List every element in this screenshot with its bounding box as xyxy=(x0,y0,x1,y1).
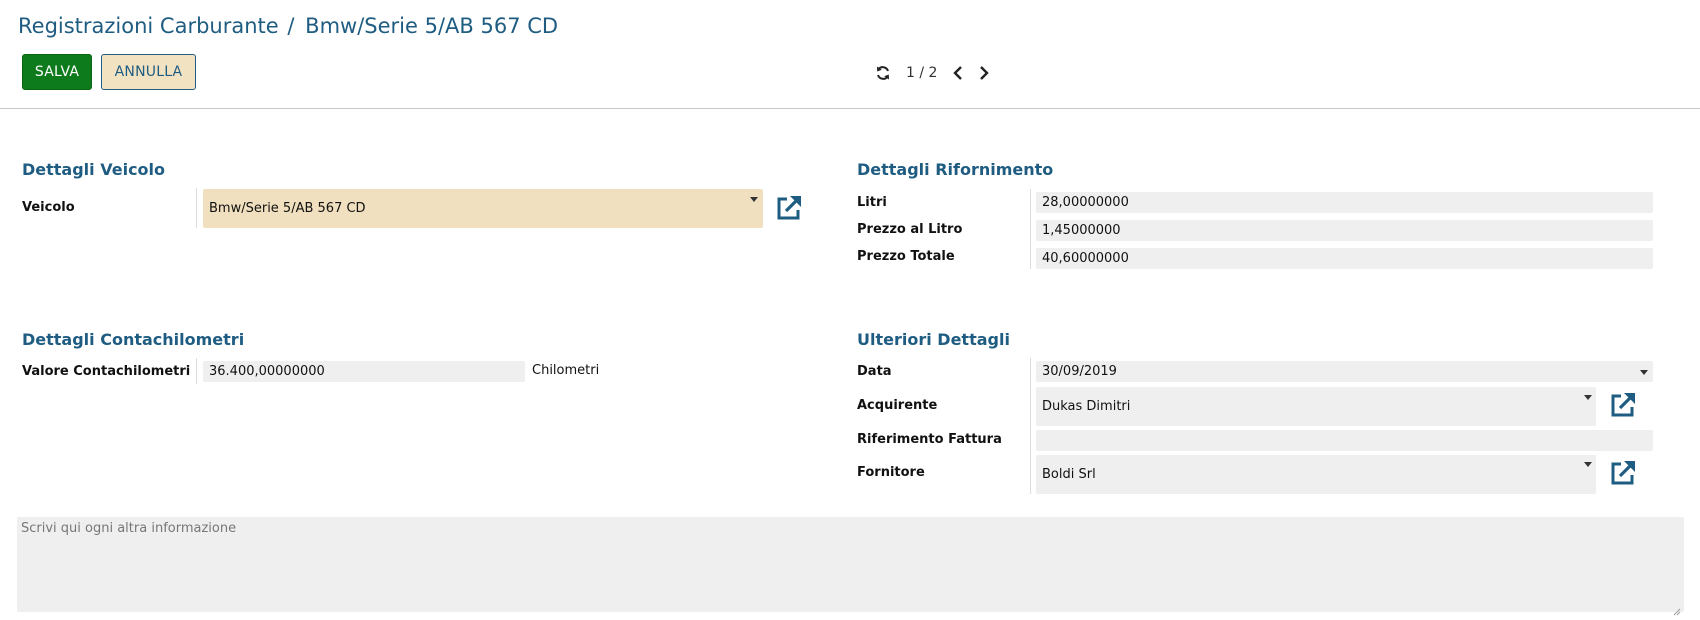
invoice-ref-input[interactable] xyxy=(1036,430,1653,451)
vendor-value: Boldi Srl xyxy=(1042,467,1096,482)
chevron-right-icon xyxy=(980,66,990,80)
label-divider xyxy=(1030,189,1031,269)
vendor-label: Fornitore xyxy=(857,465,925,480)
price-per-liter-input[interactable]: 1,45000000 xyxy=(1036,220,1653,241)
breadcrumb: Registrazioni Carburante / Bmw/Serie 5/A… xyxy=(18,14,558,38)
refuel-section-title: Dettagli Rifornimento xyxy=(857,160,1054,179)
chevron-left-icon xyxy=(953,66,963,80)
date-label: Data xyxy=(857,364,892,379)
previous-record-button[interactable] xyxy=(945,60,971,86)
buyer-value: Dukas Dimitri xyxy=(1042,399,1131,414)
pager: 1 / 2 xyxy=(870,60,997,86)
date-input[interactable]: 30/09/2019 xyxy=(1036,361,1653,382)
vehicle-label: Veicolo xyxy=(22,200,75,215)
vendor-dropdown-caret-icon[interactable] xyxy=(1584,462,1592,467)
breadcrumb-current: Bmw/Serie 5/AB 567 CD xyxy=(305,14,559,38)
vehicle-section-title: Dettagli Veicolo xyxy=(22,160,166,179)
vehicle-select-value: Bmw/Serie 5/AB 567 CD xyxy=(209,201,366,216)
vendor-select[interactable]: Boldi Srl xyxy=(1036,455,1596,494)
odometer-label: Valore Contachilometri xyxy=(22,364,191,379)
vendor-external-link-icon[interactable] xyxy=(1609,459,1637,487)
date-value: 30/09/2019 xyxy=(1042,364,1117,379)
label-divider xyxy=(196,188,197,228)
breadcrumb-separator: / xyxy=(287,14,295,38)
price-per-liter-label: Prezzo al Litro xyxy=(857,222,963,237)
vehicle-select[interactable]: Bmw/Serie 5/AB 567 CD xyxy=(203,189,763,228)
odometer-input[interactable]: 36.400,00000000 xyxy=(203,361,525,382)
liters-input[interactable]: 28,00000000 xyxy=(1036,192,1653,213)
total-price-input[interactable]: 40,60000000 xyxy=(1036,248,1653,269)
refresh-icon[interactable] xyxy=(870,60,896,86)
price-per-liter-value: 1,45000000 xyxy=(1042,223,1121,238)
vehicle-external-link-icon[interactable] xyxy=(775,194,803,222)
total-price-label: Prezzo Totale xyxy=(857,249,955,264)
odometer-value: 36.400,00000000 xyxy=(209,364,325,379)
invoice-ref-label: Riferimento Fattura xyxy=(857,432,1002,447)
date-dropdown-caret-icon[interactable] xyxy=(1640,370,1648,375)
liters-value: 28,00000000 xyxy=(1042,195,1129,210)
control-panel: Registrazioni Carburante / Bmw/Serie 5/A… xyxy=(0,0,1700,109)
buyer-label: Acquirente xyxy=(857,398,938,413)
save-button[interactable]: SALVA xyxy=(22,54,92,90)
label-divider xyxy=(1030,358,1031,494)
pager-value[interactable]: 1 / 2 xyxy=(906,65,937,81)
odometer-section-title: Dettagli Contachilometri xyxy=(22,330,245,349)
buyer-select[interactable]: Dukas Dimitri xyxy=(1036,387,1596,426)
breadcrumb-parent-link[interactable]: Registrazioni Carburante xyxy=(18,14,279,38)
liters-label: Litri xyxy=(857,195,887,210)
resize-grip-icon[interactable] xyxy=(1673,601,1681,616)
buyer-dropdown-caret-icon[interactable] xyxy=(1584,395,1592,400)
vehicle-dropdown-caret-icon[interactable] xyxy=(750,197,758,202)
next-record-button[interactable] xyxy=(971,60,997,86)
odometer-unit: Chilometri xyxy=(532,363,600,378)
further-section-title: Ulteriori Dettagli xyxy=(857,330,1010,349)
cancel-button[interactable]: ANNULLA xyxy=(101,54,196,90)
total-price-value: 40,60000000 xyxy=(1042,251,1129,266)
buyer-external-link-icon[interactable] xyxy=(1609,391,1637,419)
label-divider xyxy=(196,358,197,384)
notes-textarea[interactable] xyxy=(17,517,1684,612)
